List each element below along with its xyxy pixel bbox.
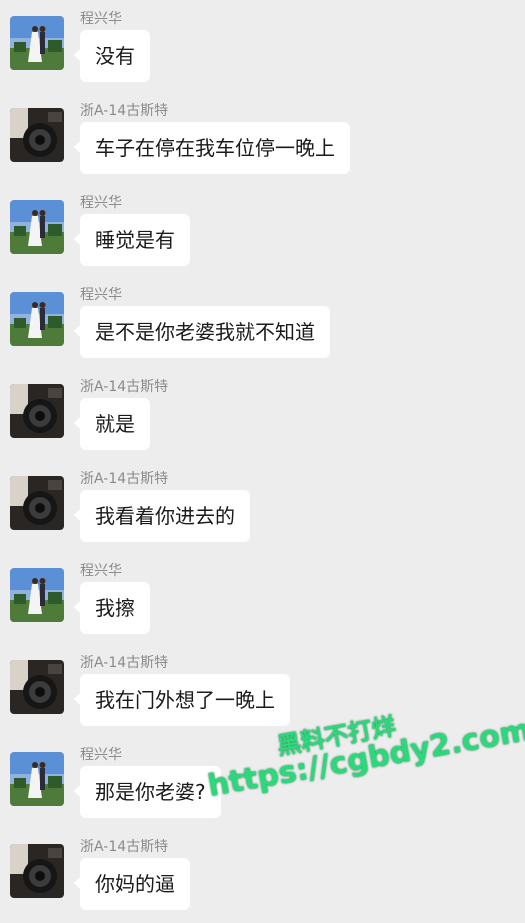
message-row: 程兴华 那是你老婆?	[0, 736, 525, 824]
sender-name: 程兴华	[80, 195, 122, 211]
message-bubble[interactable]: 车子在停在我车位停一晚上	[74, 122, 350, 174]
avatar[interactable]	[10, 752, 64, 806]
message-bubble[interactable]: 是不是你老婆我就不知道	[74, 306, 330, 358]
message-bubble[interactable]: 那是你老婆?	[74, 766, 221, 818]
message-row: 浙A-14古斯特 我看着你进去的	[0, 460, 525, 548]
avatar[interactable]	[10, 384, 64, 438]
avatar[interactable]	[10, 660, 64, 714]
message-row: 程兴华 是不是你老婆我就不知道	[0, 276, 525, 364]
message-bubble[interactable]: 你妈的逼	[74, 858, 190, 910]
message-bubble[interactable]: 我看着你进去的	[74, 490, 250, 542]
message-bubble[interactable]: 我在门外想了一晚上	[74, 674, 290, 726]
chat-window: 程兴华 没有 浙A-14古斯特 车子在停在我车位停一晚上 程兴华 睡觉是有 程兴…	[0, 0, 525, 923]
sender-name: 浙A-14古斯特	[80, 839, 169, 855]
message-row: 程兴华 我擦	[0, 552, 525, 640]
avatar[interactable]	[10, 16, 64, 70]
sender-name: 程兴华	[80, 11, 122, 27]
sender-name: 程兴华	[80, 563, 122, 579]
avatar[interactable]	[10, 200, 64, 254]
avatar[interactable]	[10, 844, 64, 898]
message-row: 浙A-14古斯特 车子在停在我车位停一晚上	[0, 92, 525, 180]
avatar[interactable]	[10, 568, 64, 622]
sender-name: 浙A-14古斯特	[80, 655, 169, 671]
message-row: 浙A-14古斯特 就是	[0, 368, 525, 456]
avatar[interactable]	[10, 292, 64, 346]
message-bubble[interactable]: 就是	[74, 398, 150, 450]
message-row: 程兴华 睡觉是有	[0, 184, 525, 272]
sender-name: 程兴华	[80, 747, 122, 763]
message-bubble[interactable]: 我擦	[74, 582, 150, 634]
message-bubble[interactable]: 没有	[74, 30, 150, 82]
message-bubble[interactable]: 睡觉是有	[74, 214, 190, 266]
message-row: 浙A-14古斯特 我在门外想了一晚上	[0, 644, 525, 732]
sender-name: 浙A-14古斯特	[80, 471, 169, 487]
avatar[interactable]	[10, 108, 64, 162]
sender-name: 浙A-14古斯特	[80, 379, 169, 395]
sender-name: 浙A-14古斯特	[80, 103, 169, 119]
message-row: 浙A-14古斯特 你妈的逼	[0, 828, 525, 916]
sender-name: 程兴华	[80, 287, 122, 303]
message-row: 程兴华 没有	[0, 0, 525, 88]
avatar[interactable]	[10, 476, 64, 530]
